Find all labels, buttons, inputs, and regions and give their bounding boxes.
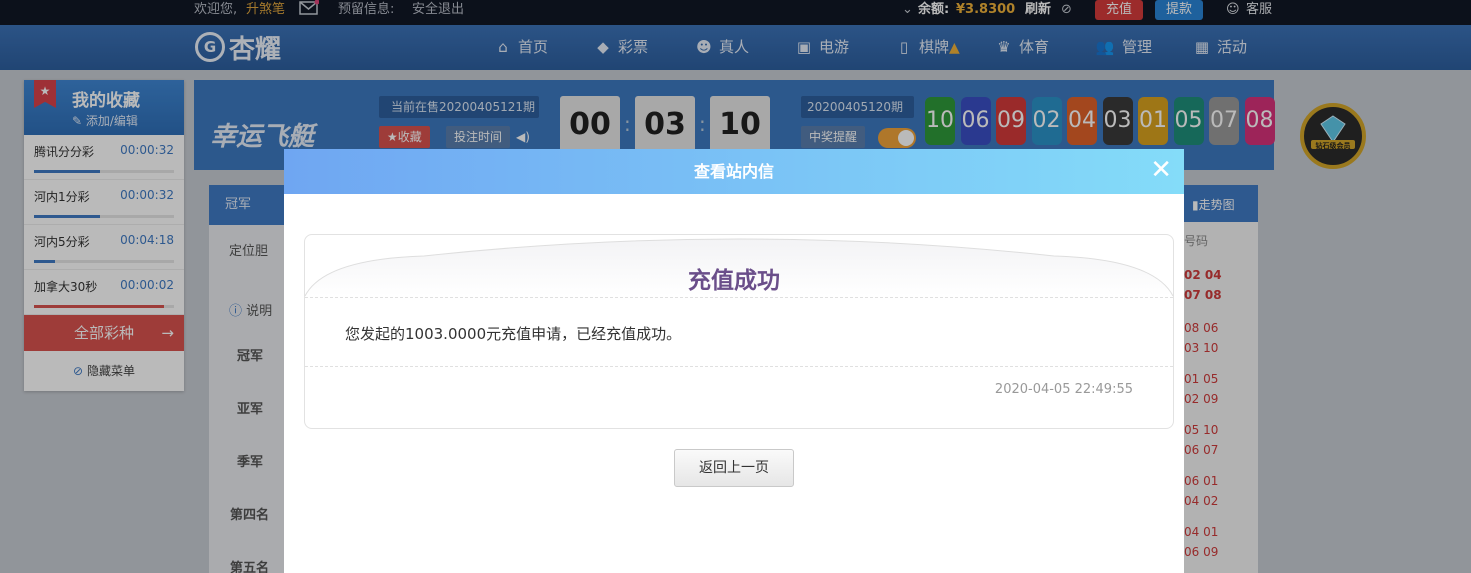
close-icon[interactable]: ✕ bbox=[1150, 149, 1172, 191]
message-heading: 充值成功 bbox=[688, 268, 780, 294]
back-button[interactable]: 返回上一页 bbox=[674, 449, 794, 487]
modal-header: 查看站内信 ✕ bbox=[284, 149, 1184, 194]
modal-title: 查看站内信 bbox=[693, 162, 774, 181]
message-modal: 查看站内信 ✕ 充值成功 您发起的1003.0000元充值申请，已经充值成功。 … bbox=[284, 149, 1184, 573]
divider bbox=[305, 366, 1173, 367]
divider bbox=[305, 297, 1173, 298]
message-body: 您发起的1003.0000元充值申请，已经充值成功。 bbox=[345, 325, 682, 343]
message-time: 2020-04-05 22:49:55 bbox=[994, 382, 1133, 397]
